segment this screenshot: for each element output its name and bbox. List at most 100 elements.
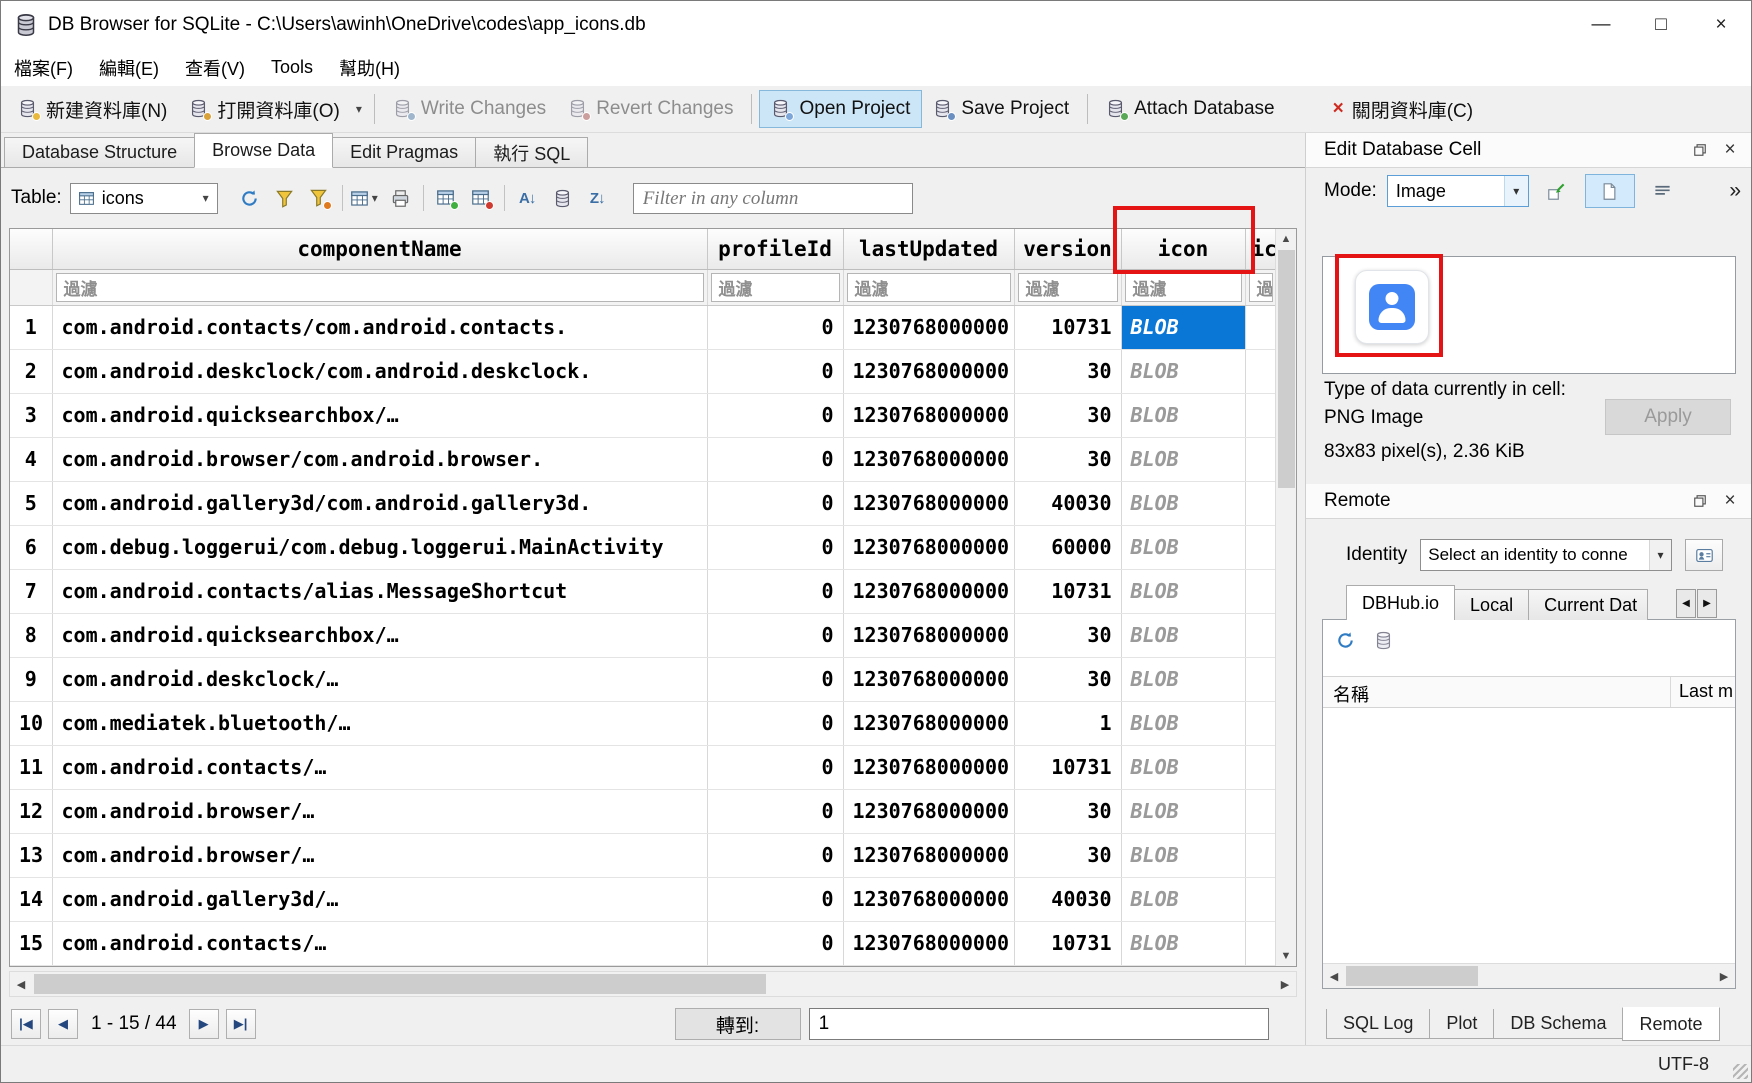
cell-componentName[interactable]: com.android.gallery3d/… bbox=[52, 877, 707, 921]
row-number[interactable]: 13 bbox=[10, 833, 52, 877]
first-page-button[interactable]: |◀ bbox=[11, 1009, 41, 1039]
grid-vertical-scrollbar[interactable]: ▲ ▼ bbox=[1275, 229, 1296, 966]
cell-icon[interactable]: BLOB bbox=[1121, 525, 1245, 569]
attach-database-button[interactable]: Attach Database bbox=[1095, 90, 1285, 128]
cell-extra[interactable] bbox=[1245, 789, 1276, 833]
cell-lastUpdated[interactable]: 1230768000000 bbox=[843, 481, 1014, 525]
cell-version[interactable]: 40030 bbox=[1014, 877, 1121, 921]
cell-lastUpdated[interactable]: 1230768000000 bbox=[843, 657, 1014, 701]
cell-profileId[interactable]: 0 bbox=[707, 613, 843, 657]
cell-version[interactable]: 30 bbox=[1014, 789, 1121, 833]
tab-plot[interactable]: Plot bbox=[1429, 1009, 1494, 1039]
cell-componentName[interactable]: com.android.quicksearchbox/… bbox=[52, 393, 707, 437]
cell-version[interactable]: 1 bbox=[1014, 701, 1121, 745]
cell-version[interactable]: 30 bbox=[1014, 657, 1121, 701]
cell-icon[interactable]: BLOB bbox=[1121, 701, 1245, 745]
scroll-up-icon[interactable]: ▲ bbox=[1276, 229, 1296, 249]
scroll-left-icon[interactable]: ◀ bbox=[10, 972, 32, 996]
cell-componentName[interactable]: com.android.browser/… bbox=[52, 789, 707, 833]
cell-icon[interactable]: BLOB bbox=[1121, 657, 1245, 701]
row-number[interactable]: 15 bbox=[10, 921, 52, 965]
cell-icon[interactable]: BLOB bbox=[1121, 877, 1245, 921]
cell-icon[interactable]: BLOB bbox=[1121, 745, 1245, 789]
cell-profileId[interactable]: 0 bbox=[707, 349, 843, 393]
save-project-button[interactable]: Save Project bbox=[922, 90, 1080, 128]
cell-extra[interactable] bbox=[1245, 745, 1276, 789]
scroll-right-icon[interactable]: ▶ bbox=[1713, 964, 1735, 988]
cell-componentName[interactable]: com.android.contacts/alias.MessageShortc… bbox=[52, 569, 707, 613]
cell-version[interactable]: 10731 bbox=[1014, 569, 1121, 613]
print-button[interactable] bbox=[383, 183, 418, 214]
tab-sql-log[interactable]: SQL Log bbox=[1326, 1009, 1430, 1039]
tab-dbhub[interactable]: DBHub.io bbox=[1346, 585, 1455, 620]
cell-extra[interactable] bbox=[1245, 349, 1276, 393]
cell-extra[interactable] bbox=[1245, 393, 1276, 437]
contacts-app-icon[interactable] bbox=[1355, 270, 1429, 344]
close-button[interactable]: × bbox=[1691, 1, 1751, 49]
cell-extra[interactable] bbox=[1245, 437, 1276, 481]
tab-edit-pragmas[interactable]: Edit Pragmas bbox=[332, 137, 476, 167]
column-header-profileId[interactable]: profileId bbox=[707, 229, 843, 269]
cell-icon[interactable]: BLOB bbox=[1121, 349, 1245, 393]
tab-scroll-left-button[interactable]: ◀ bbox=[1676, 589, 1696, 618]
cell-lastUpdated[interactable]: 1230768000000 bbox=[843, 613, 1014, 657]
remote-clone-button[interactable] bbox=[1369, 626, 1397, 654]
cell-profileId[interactable]: 0 bbox=[707, 921, 843, 965]
row-number[interactable]: 2 bbox=[10, 349, 52, 393]
row-number[interactable]: 6 bbox=[10, 525, 52, 569]
global-filter-input[interactable] bbox=[633, 183, 913, 214]
tab-scroll-right-button[interactable]: ▶ bbox=[1697, 589, 1717, 618]
close-panel-button[interactable]: × bbox=[1715, 488, 1745, 515]
cell-extra[interactable] bbox=[1245, 833, 1276, 877]
cell-componentName[interactable]: com.android.contacts/com.android.contact… bbox=[52, 305, 707, 349]
cell-componentName[interactable]: com.android.quicksearchbox/… bbox=[52, 613, 707, 657]
mode-selector[interactable]: Image ▾ bbox=[1387, 175, 1529, 207]
column-header-extra[interactable]: ic bbox=[1245, 229, 1276, 269]
row-number[interactable]: 12 bbox=[10, 789, 52, 833]
cell-profileId[interactable]: 0 bbox=[707, 569, 843, 613]
cell-icon[interactable]: BLOB bbox=[1121, 789, 1245, 833]
goto-input[interactable] bbox=[809, 1008, 1269, 1040]
cell-profileId[interactable]: 0 bbox=[707, 877, 843, 921]
next-page-button[interactable]: ▶ bbox=[189, 1009, 219, 1039]
row-number[interactable]: 10 bbox=[10, 701, 52, 745]
new-database-button[interactable]: 新建資料庫(N) bbox=[7, 90, 178, 128]
maximize-button[interactable]: □ bbox=[1631, 1, 1691, 49]
sort-asc-button[interactable]: A↓ bbox=[510, 183, 545, 214]
cell-lastUpdated[interactable]: 1230768000000 bbox=[843, 525, 1014, 569]
cell-componentName[interactable]: com.android.browser/… bbox=[52, 833, 707, 877]
word-wrap-button[interactable] bbox=[1645, 174, 1681, 208]
cell-version[interactable]: 10731 bbox=[1014, 921, 1121, 965]
cell-profileId[interactable]: 0 bbox=[707, 833, 843, 877]
cell-extra[interactable] bbox=[1245, 657, 1276, 701]
cell-profileId[interactable]: 0 bbox=[707, 305, 843, 349]
resize-grip[interactable] bbox=[1733, 1064, 1748, 1079]
cell-lastUpdated[interactable]: 1230768000000 bbox=[843, 789, 1014, 833]
cell-version[interactable]: 30 bbox=[1014, 349, 1121, 393]
minimize-button[interactable]: — bbox=[1571, 1, 1631, 49]
grid-corner[interactable] bbox=[10, 229, 52, 269]
sort-desc-button[interactable]: Z↓ bbox=[580, 183, 615, 214]
row-number[interactable]: 3 bbox=[10, 393, 52, 437]
cell-componentName[interactable]: com.android.deskclock/… bbox=[52, 657, 707, 701]
scrollbar-thumb[interactable] bbox=[34, 974, 766, 994]
table-selector[interactable]: icons ▾ bbox=[70, 183, 218, 214]
import-data-button[interactable] bbox=[1539, 174, 1575, 208]
cell-version[interactable]: 30 bbox=[1014, 393, 1121, 437]
menu-edit[interactable]: 編輯(E) bbox=[86, 49, 172, 86]
cell-componentName[interactable]: com.android.deskclock/com.android.deskcl… bbox=[52, 349, 707, 393]
cell-componentName[interactable]: com.android.contacts/… bbox=[52, 745, 707, 789]
cell-icon[interactable]: BLOB bbox=[1121, 921, 1245, 965]
row-number[interactable]: 1 bbox=[10, 305, 52, 349]
export-table-button[interactable]: ▾ bbox=[348, 183, 383, 214]
open-database-dropdown[interactable]: ▾ bbox=[351, 102, 367, 116]
cell-componentName[interactable]: com.android.contacts/… bbox=[52, 921, 707, 965]
row-number[interactable]: 8 bbox=[10, 613, 52, 657]
cell-lastUpdated[interactable]: 1230768000000 bbox=[843, 833, 1014, 877]
scroll-left-icon[interactable]: ◀ bbox=[1323, 964, 1345, 988]
cell-extra[interactable] bbox=[1245, 569, 1276, 613]
cell-profileId[interactable]: 0 bbox=[707, 657, 843, 701]
cell-version[interactable]: 40030 bbox=[1014, 481, 1121, 525]
row-number[interactable]: 5 bbox=[10, 481, 52, 525]
close-panel-button[interactable]: × bbox=[1715, 137, 1745, 164]
